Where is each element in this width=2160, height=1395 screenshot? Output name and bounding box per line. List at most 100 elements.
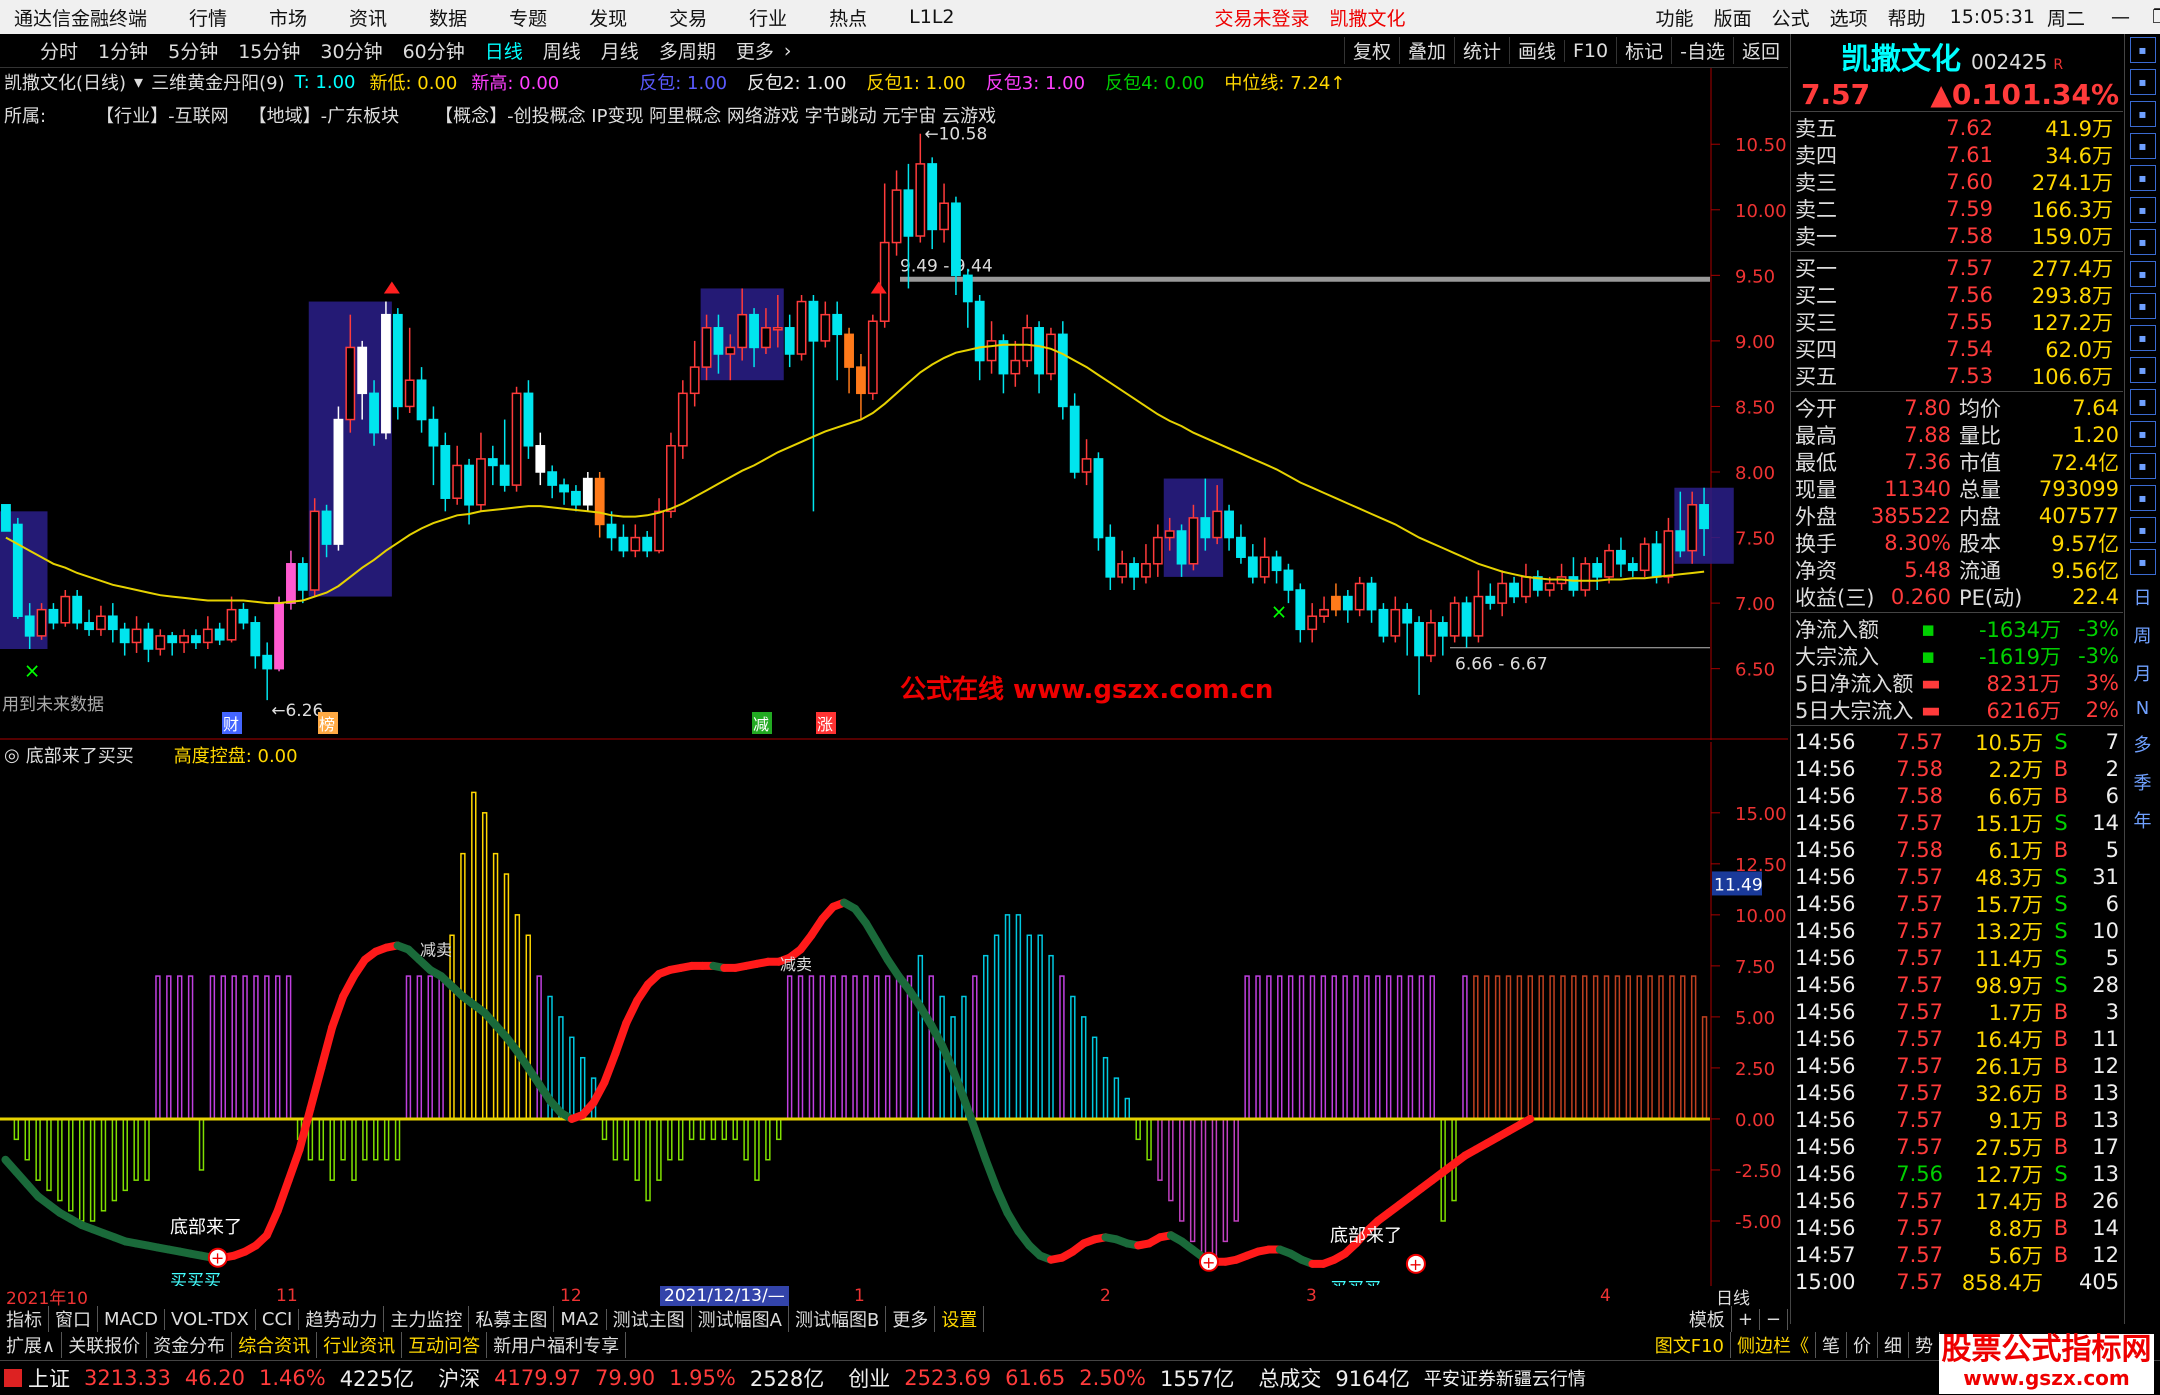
- menu-news[interactable]: 资讯: [349, 4, 387, 31]
- belong-region[interactable]: 【地域】-广东板块: [249, 102, 400, 128]
- cy-label[interactable]: 创业: [848, 1363, 890, 1393]
- tab-test-main[interactable]: 测试主图: [607, 1306, 692, 1332]
- tab-test-b[interactable]: 测试幅图B: [789, 1306, 887, 1332]
- period-shortcut[interactable]: 日: [2134, 584, 2152, 610]
- tab-pen[interactable]: 笔: [1816, 1332, 1847, 1358]
- menu-l1l2[interactable]: L1L2: [909, 6, 954, 28]
- period-week[interactable]: 周线: [543, 37, 581, 64]
- tab-expand[interactable]: 扩展∧: [0, 1332, 63, 1358]
- main-indicator-name[interactable]: 三维黄金丹阳(9): [151, 69, 285, 95]
- tool-stats[interactable]: 统计: [1453, 37, 1509, 64]
- remove-button[interactable]: −: [1760, 1308, 1788, 1330]
- tool-restore-right[interactable]: 复权: [1343, 37, 1399, 64]
- tab-price[interactable]: 价: [1847, 1332, 1878, 1358]
- menu-industry[interactable]: 行业: [749, 4, 787, 31]
- toolbar-icon[interactable]: ▪: [2129, 293, 2156, 319]
- toolbar-icon[interactable]: ▪: [2129, 165, 2156, 191]
- period-month[interactable]: 月线: [601, 37, 639, 64]
- toolbar-icon[interactable]: ▪: [2129, 389, 2156, 415]
- period-shortcut[interactable]: 年: [2134, 807, 2152, 833]
- dropdown-icon[interactable]: ▾: [134, 72, 143, 93]
- minimize-icon[interactable]: —: [2111, 6, 2130, 28]
- tool-overlay[interactable]: 叠加: [1398, 37, 1454, 64]
- tick-list[interactable]: 14:56 7.57 10.5万 S 7 14:56 7.58 2.2万 B 2 14:56 7.58…: [1791, 726, 2123, 1297]
- tab-f10-text[interactable]: 图文F10: [1649, 1332, 1731, 1358]
- period-15m[interactable]: 15分钟: [238, 37, 300, 64]
- quote-stock-name[interactable]: 凯撒文化: [1841, 34, 1961, 78]
- tab-cci[interactable]: CCI: [256, 1308, 300, 1330]
- kline-chart[interactable]: 6.50 7.00 7.50 8.00 8.50 9.00 9.50 10.00 10.50 9.…: [0, 68, 1788, 740]
- menu-data[interactable]: 数据: [429, 4, 467, 31]
- tab-fund-dist[interactable]: 资金分布: [147, 1332, 233, 1358]
- menu-function[interactable]: 功能: [1656, 4, 1694, 31]
- tool-f10[interactable]: F10: [1564, 39, 1616, 62]
- toolbar-icon[interactable]: ▪: [2129, 325, 2156, 351]
- toolbar-icon[interactable]: ▪: [2129, 517, 2156, 543]
- tab-macd[interactable]: MACD: [98, 1308, 165, 1330]
- tool-back[interactable]: 返回: [1732, 37, 1788, 64]
- sub-indicator-name[interactable]: 底部来了买买: [26, 742, 134, 768]
- menu-formula[interactable]: 公式: [1772, 4, 1810, 31]
- toolbar-icon[interactable]: ▪: [2129, 453, 2156, 479]
- restore-icon[interactable]: ❐: [2152, 6, 2160, 28]
- indicator-chart[interactable]: -5.00-2.500.002.505.007.5010.0012.5015.0…: [0, 742, 1788, 1286]
- toolbar-icon[interactable]: ▪: [2129, 357, 2156, 383]
- toolbar-icon[interactable]: ▪: [2129, 421, 2156, 447]
- toolbar-icon[interactable]: ▪: [2129, 69, 2156, 95]
- tool-watchlist[interactable]: -自选: [1671, 37, 1733, 64]
- tab-window[interactable]: 窗口: [49, 1306, 98, 1332]
- toolbar-icon[interactable]: ▪: [2129, 549, 2156, 575]
- tab-sidebar[interactable]: 侧边栏《: [1731, 1332, 1816, 1358]
- toolbar-icon[interactable]: ▪: [2129, 485, 2156, 511]
- period-1m[interactable]: 1分钟: [98, 37, 148, 64]
- period-shortcut[interactable]: N: [2136, 698, 2149, 719]
- tool-mark[interactable]: 标记: [1616, 37, 1671, 64]
- tool-draw[interactable]: 画线: [1508, 37, 1564, 64]
- sh-label[interactable]: 上证: [28, 1363, 70, 1393]
- tab-industry-news[interactable]: 行业资讯: [317, 1332, 403, 1358]
- period-5m[interactable]: 5分钟: [168, 37, 218, 64]
- period-shortcut[interactable]: 月: [2134, 660, 2152, 686]
- tab-more[interactable]: 更多: [886, 1306, 936, 1332]
- toolbar-icon[interactable]: ▪: [2129, 229, 2156, 255]
- belong-concept[interactable]: 【概念】-创投概念 IP变现 阿里概念 网络游戏 字节跳动 元宇宙 云游戏: [435, 102, 996, 128]
- period-shortcut[interactable]: 多: [2134, 731, 2152, 757]
- menu-topic[interactable]: 专题: [509, 4, 547, 31]
- tab-settings[interactable]: 设置: [935, 1306, 985, 1332]
- toolbar-icon[interactable]: ▪: [2129, 261, 2156, 287]
- template-button[interactable]: 模板: [1683, 1306, 1732, 1332]
- period-shortcut[interactable]: 周: [2134, 622, 2152, 648]
- tab-trend-view[interactable]: 势: [1909, 1332, 1940, 1358]
- menu-layout[interactable]: 版面: [1714, 4, 1752, 31]
- tab-indicator[interactable]: 指标: [0, 1306, 49, 1332]
- menu-market[interactable]: 市场: [269, 4, 307, 31]
- menu-discover[interactable]: 发现: [589, 4, 627, 31]
- toolbar-icon[interactable]: ▪: [2129, 197, 2156, 223]
- tab-main-monitor[interactable]: 主力监控: [384, 1306, 470, 1332]
- period-more[interactable]: 更多: [736, 37, 774, 64]
- tab-trend[interactable]: 趋势动力: [299, 1306, 385, 1332]
- chevron-right-icon[interactable]: ›: [784, 40, 792, 62]
- tab-new-user[interactable]: 新用户福利专享: [487, 1332, 627, 1358]
- menu-hot[interactable]: 热点: [829, 4, 867, 31]
- menu-trade[interactable]: 交易: [669, 4, 707, 31]
- period-30m[interactable]: 30分钟: [320, 37, 382, 64]
- tab-test-a[interactable]: 测试幅图A: [692, 1306, 789, 1332]
- period-shortcut[interactable]: 季: [2134, 769, 2152, 795]
- sz-label[interactable]: 沪深: [438, 1363, 480, 1393]
- menu-options[interactable]: 选项: [1830, 4, 1868, 31]
- add-button[interactable]: +: [1732, 1308, 1760, 1330]
- menu-quote[interactable]: 行情: [189, 4, 227, 31]
- menu-help[interactable]: 帮助: [1888, 4, 1926, 31]
- toolbar-icon[interactable]: ▪: [2129, 101, 2156, 127]
- toolbar-icon[interactable]: ▪: [2129, 133, 2156, 159]
- period-day[interactable]: 日线: [485, 37, 523, 64]
- period-timeshare[interactable]: 分时: [40, 37, 78, 64]
- tab-detail[interactable]: 细: [1878, 1332, 1909, 1358]
- collapse-icon[interactable]: ◎: [4, 745, 20, 766]
- tab-qa[interactable]: 互动问答: [402, 1332, 488, 1358]
- tab-related-quote[interactable]: 关联报价: [62, 1332, 148, 1358]
- toolbar-icon[interactable]: ▪: [2129, 37, 2156, 63]
- tab-vol[interactable]: VOL-TDX: [165, 1308, 256, 1330]
- period-multi[interactable]: 多周期: [659, 37, 716, 64]
